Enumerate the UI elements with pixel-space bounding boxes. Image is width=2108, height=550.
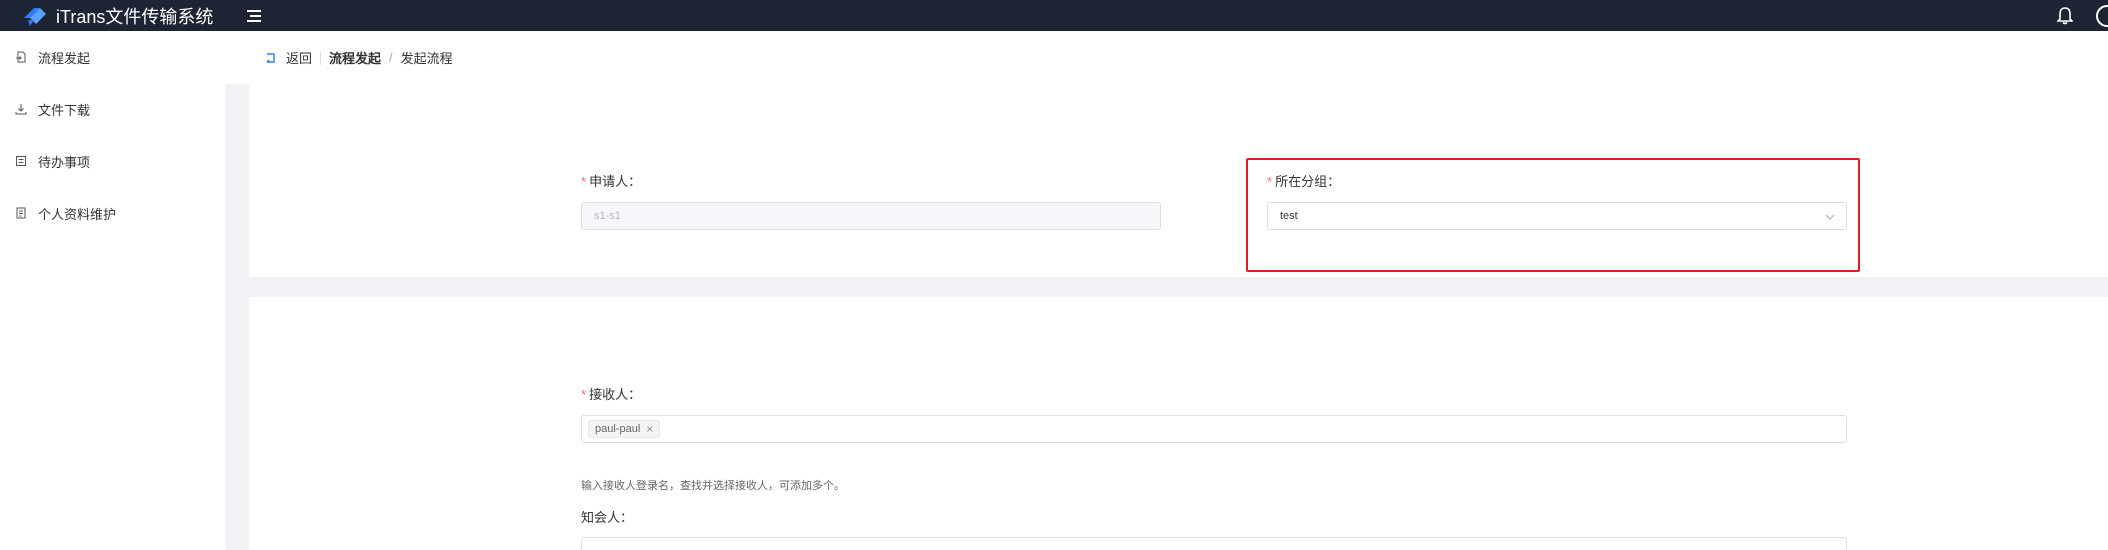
receiver-tag-label: paul-paul (595, 423, 641, 435)
receiver-tag: paul-paul × (588, 420, 661, 438)
cc-label: 知会人： (581, 510, 634, 525)
receiver-label: * 接收人： (581, 384, 641, 403)
cc-input[interactable] (581, 537, 1847, 550)
breadcrumb-current: 发起流程 (400, 51, 453, 66)
required-mark: * (581, 387, 587, 402)
topbar-actions (2054, 0, 2108, 31)
applicant-label-text: 申请人： (589, 174, 642, 189)
notifications-button[interactable] (2054, 5, 2076, 27)
applicant-value: s1-s1 (594, 210, 621, 222)
receiver-input[interactable]: paul-paul × (581, 415, 1847, 443)
app-logo-icon (24, 7, 46, 26)
applicant-label: * 申请人： (581, 171, 641, 190)
back-arrow-icon (266, 52, 275, 63)
receiver-label-text: 接收人： (589, 387, 642, 402)
sidebar: 流程发起 文件下载 待办事项 个人资料维护 (0, 31, 226, 550)
breadcrumb-separator: / (389, 50, 393, 65)
back-button[interactable]: 返回 (264, 48, 312, 67)
back-label: 返回 (286, 51, 313, 66)
brand: iTrans文件传输系统 (0, 3, 226, 29)
menu-toggle-button[interactable] (244, 6, 264, 26)
required-mark: * (581, 174, 587, 189)
app-title: iTrans文件传输系统 (56, 6, 214, 27)
group-highlight-box (1246, 158, 1860, 272)
sidebar-item-start-process[interactable]: 流程发起 (0, 31, 226, 83)
receiver-card: * 接收人： paul-paul × 输入接收人登录名，查找并选择接收人，可添加多… (249, 297, 2108, 550)
sidebar-item-label: 个人资料维护 (38, 206, 117, 222)
avatar[interactable] (2096, 4, 2108, 27)
breadcrumb-parent-link[interactable]: 流程发起 (329, 48, 381, 67)
sidebar-item-label: 文件下载 (38, 102, 91, 118)
receiver-hint: 输入接收人登录名，查找并选择接收人，可添加多个。 (581, 480, 845, 492)
top-bar: iTrans文件传输系统 (0, 0, 2108, 31)
close-icon[interactable]: × (646, 422, 653, 436)
sidebar-item-label: 流程发起 (38, 50, 91, 66)
breadcrumb-divider (320, 50, 322, 65)
breadcrumb: 返回 流程发起 / 发起流程 (226, 31, 2108, 84)
todo-list-icon (14, 154, 28, 168)
sidebar-item-file-download[interactable]: 文件下载 (0, 83, 226, 135)
sidebar-item-todo[interactable]: 待办事项 (0, 135, 226, 187)
hamburger-menu-icon (247, 9, 261, 22)
sidebar-item-label: 待办事项 (38, 154, 91, 170)
bell-icon (2057, 6, 2073, 24)
applicant-input[interactable]: s1-s1 (581, 202, 1161, 230)
sidebar-item-profile[interactable]: 个人资料维护 (0, 187, 226, 239)
profile-icon (14, 206, 28, 220)
download-icon (14, 102, 28, 116)
file-send-icon (14, 50, 28, 64)
applicant-card: * 申请人： s1-s1 * 所在分组： test (249, 84, 2108, 277)
